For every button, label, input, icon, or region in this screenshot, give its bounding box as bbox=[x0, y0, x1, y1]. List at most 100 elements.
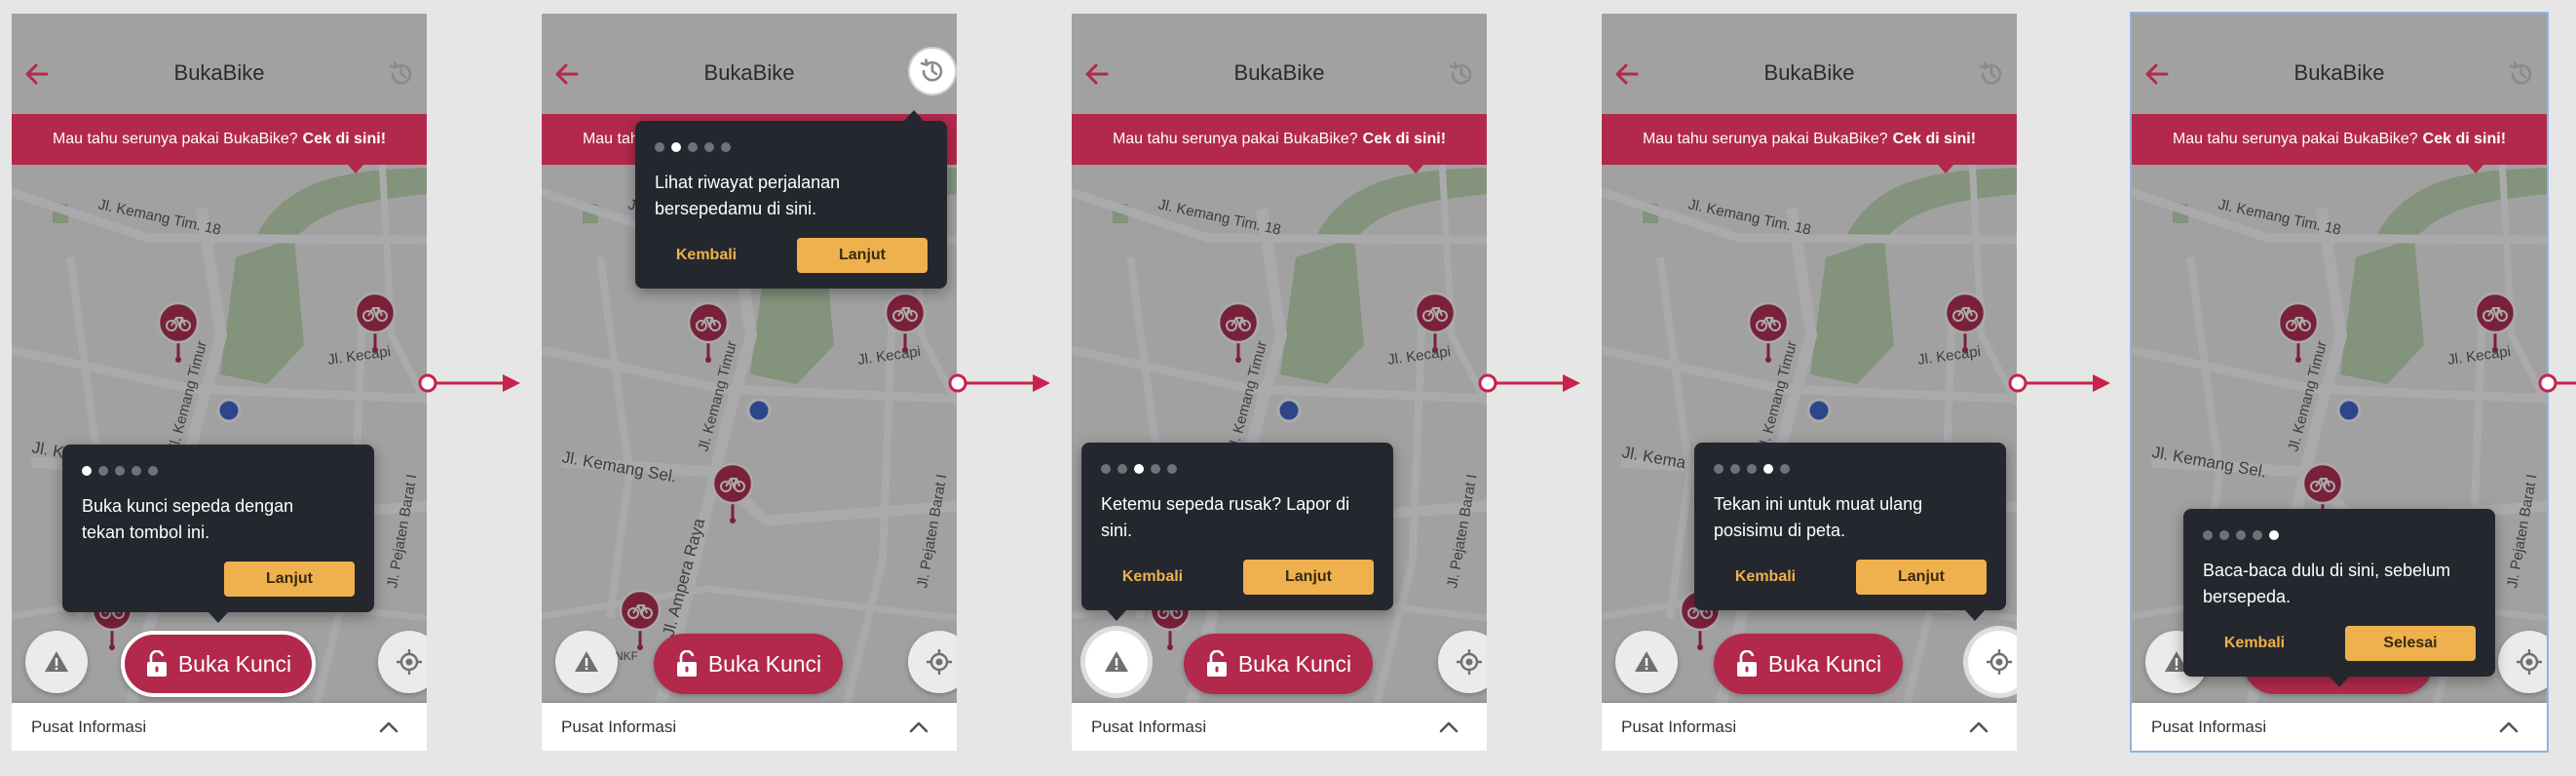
chevron-up-icon bbox=[1438, 717, 1459, 738]
banner-link[interactable]: Cek di sini! bbox=[1893, 131, 1976, 148]
step-indicator bbox=[2203, 530, 2279, 540]
unlock-icon bbox=[675, 650, 699, 678]
flow-arrow-icon bbox=[947, 369, 1054, 398]
app-bar: BukaBike bbox=[1602, 49, 2017, 97]
app-bar: BukaBike bbox=[1072, 49, 1487, 97]
info-label: Pusat Informasi bbox=[1621, 717, 1737, 736]
back-button[interactable]: Kembali bbox=[1099, 560, 1206, 595]
page-title: BukaBike bbox=[2293, 60, 2385, 85]
crosshair-icon bbox=[2516, 648, 2543, 676]
back-arrow-icon[interactable] bbox=[2143, 60, 2171, 88]
history-icon[interactable] bbox=[1978, 60, 2005, 88]
tooltip-text: Baca-baca dulu di sini, sebelum berseped… bbox=[2203, 561, 2451, 606]
banner-text: Mau tahu serunya pakai BukaBike? bbox=[52, 131, 298, 147]
tooltip-arrow bbox=[1107, 610, 1126, 621]
unlock-button[interactable]: Buka Kunci bbox=[654, 634, 843, 694]
next-button[interactable]: Lanjut bbox=[797, 238, 928, 273]
banner-link[interactable]: Cek di sini! bbox=[1363, 131, 1446, 148]
back-arrow-icon[interactable] bbox=[553, 60, 581, 88]
history-icon[interactable] bbox=[2508, 60, 2535, 88]
info-bar[interactable]: Pusat Informasi bbox=[1602, 703, 2017, 751]
history-button[interactable] bbox=[910, 49, 955, 94]
step-indicator bbox=[655, 142, 731, 152]
history-icon[interactable] bbox=[388, 60, 415, 88]
report-button[interactable] bbox=[1615, 631, 1678, 693]
unlock-button[interactable]: Buka Kunci bbox=[1714, 634, 1903, 694]
warning-icon bbox=[1103, 648, 1130, 676]
unlock-label: Buka Kunci bbox=[707, 650, 822, 677]
unlock-icon bbox=[145, 650, 169, 678]
step-indicator bbox=[82, 466, 158, 476]
unlock-label: Buka Kunci bbox=[1237, 650, 1352, 677]
info-bar[interactable]: Pusat Informasi bbox=[1072, 703, 1487, 751]
flow-arrow-stub-icon bbox=[2538, 373, 2576, 393]
next-button[interactable]: Lanjut bbox=[1243, 560, 1374, 595]
phone-screen-step-2: Jl. Kemang Tim. 18 Jl. Kemang Timur Jl. … bbox=[542, 14, 957, 751]
banner-tail bbox=[1408, 165, 1423, 174]
info-label: Pusat Informasi bbox=[1091, 717, 1207, 736]
flow-arrow-icon bbox=[2007, 369, 2114, 398]
unlock-label: Buka Kunci bbox=[177, 650, 292, 677]
back-button[interactable]: Kembali bbox=[653, 238, 760, 273]
app-bar: BukaBike bbox=[2132, 49, 2547, 97]
phone-screen-step-1: Jl. Kemang Tim. 18 Jl. Kemang Timur Jl. … bbox=[12, 14, 427, 751]
unlock-label: Buka Kunci bbox=[1767, 650, 1882, 677]
history-icon bbox=[919, 58, 946, 85]
back-arrow-icon[interactable] bbox=[1613, 60, 1641, 88]
report-button[interactable] bbox=[1085, 631, 1148, 693]
crosshair-icon bbox=[1456, 648, 1483, 676]
phone-screen-step-3: Jl. Kemang Tim. 18 Jl. Kemang Timur Jl. … bbox=[1072, 14, 1487, 751]
tour-tooltip: Baca-baca dulu di sini, sebelum berseped… bbox=[2183, 509, 2495, 687]
back-arrow-icon[interactable] bbox=[1083, 60, 1111, 88]
tour-tooltip: Buka kunci sepeda dengan tekan tombol in… bbox=[62, 445, 374, 623]
unlock-button[interactable]: Buka Kunci bbox=[121, 631, 316, 697]
banner-text: Mau tahu serunya pakai BukaBike? bbox=[2172, 131, 2418, 147]
phone-screen-step-4: Jl. Kemang Tim. 18 Jl. Kemang Timur Jl. … bbox=[1602, 14, 2017, 751]
crosshair-icon bbox=[1986, 648, 2013, 676]
banner-tail bbox=[1938, 165, 1953, 174]
crosshair-icon bbox=[396, 648, 423, 676]
chevron-up-icon bbox=[908, 717, 929, 738]
flow-arrow-icon bbox=[417, 369, 524, 398]
warning-icon bbox=[43, 648, 70, 676]
info-bar[interactable]: Pusat Informasi bbox=[542, 703, 957, 751]
back-arrow-icon[interactable] bbox=[23, 60, 51, 88]
promo-banner[interactable]: Mau tahu serunya pakai BukaBike? Cek di s… bbox=[12, 114, 427, 165]
tooltip-text: Buka kunci sepeda dengan tekan tombol in… bbox=[82, 496, 294, 542]
unlock-button[interactable]: Buka Kunci bbox=[1184, 634, 1373, 694]
info-bar[interactable]: Pusat Informasi bbox=[2132, 703, 2547, 751]
report-button[interactable] bbox=[555, 631, 618, 693]
next-button[interactable]: Lanjut bbox=[224, 562, 355, 597]
history-icon[interactable] bbox=[1448, 60, 1475, 88]
finish-button[interactable]: Selesai bbox=[2345, 626, 2476, 661]
banner-tail bbox=[348, 165, 363, 174]
report-button[interactable] bbox=[25, 631, 88, 693]
unlock-icon bbox=[1205, 650, 1229, 678]
tooltip-text: Lihat riwayat perjalanan bersepedamu di … bbox=[655, 173, 841, 218]
tour-tooltip: Ketemu sepeda rusak? Lapor di sini. Kemb… bbox=[1081, 443, 1393, 621]
back-button[interactable]: Kembali bbox=[1712, 560, 1819, 595]
page-title: BukaBike bbox=[1763, 60, 1855, 85]
phone-screen-step-5: Jl. Kemang Tim. 18 Jl. Kemang Timur Jl. … bbox=[2130, 12, 2549, 753]
promo-banner[interactable]: Mau tahu serunya pakai BukaBike? Cek di s… bbox=[2132, 114, 2547, 165]
app-bar: BukaBike bbox=[542, 49, 957, 97]
back-button[interactable]: Kembali bbox=[2201, 626, 2308, 661]
promo-banner[interactable]: Mau tahu serunya pakai BukaBike? Cek di s… bbox=[1602, 114, 2017, 165]
info-bar[interactable]: Pusat Informasi bbox=[12, 703, 427, 751]
step-indicator bbox=[1714, 464, 1790, 474]
tooltip-text: Tekan ini untuk muat ulang posisimu di p… bbox=[1714, 494, 1923, 540]
promo-banner[interactable]: Mau tahu serunya pakai BukaBike? Cek di s… bbox=[1072, 114, 1487, 165]
unlock-icon bbox=[1735, 650, 1759, 678]
banner-text: Mau tahu serunya pakai BukaBike? bbox=[1112, 131, 1358, 147]
tooltip-arrow bbox=[2330, 677, 2349, 687]
tour-tooltip: Tekan ini untuk muat ulang posisimu di p… bbox=[1694, 443, 2006, 621]
flow-arrow-icon bbox=[1477, 369, 1584, 398]
banner-link[interactable]: Cek di sini! bbox=[2423, 131, 2506, 148]
tooltip-arrow bbox=[1965, 610, 1985, 621]
step-indicator bbox=[1101, 464, 1177, 474]
next-button[interactable]: Lanjut bbox=[1856, 560, 1987, 595]
app-bar: BukaBike bbox=[12, 49, 427, 97]
banner-text: Mau tahu serunya pakai BukaBike? bbox=[1642, 131, 1888, 147]
banner-tail bbox=[2468, 165, 2483, 174]
banner-link[interactable]: Cek di sini! bbox=[303, 131, 386, 148]
